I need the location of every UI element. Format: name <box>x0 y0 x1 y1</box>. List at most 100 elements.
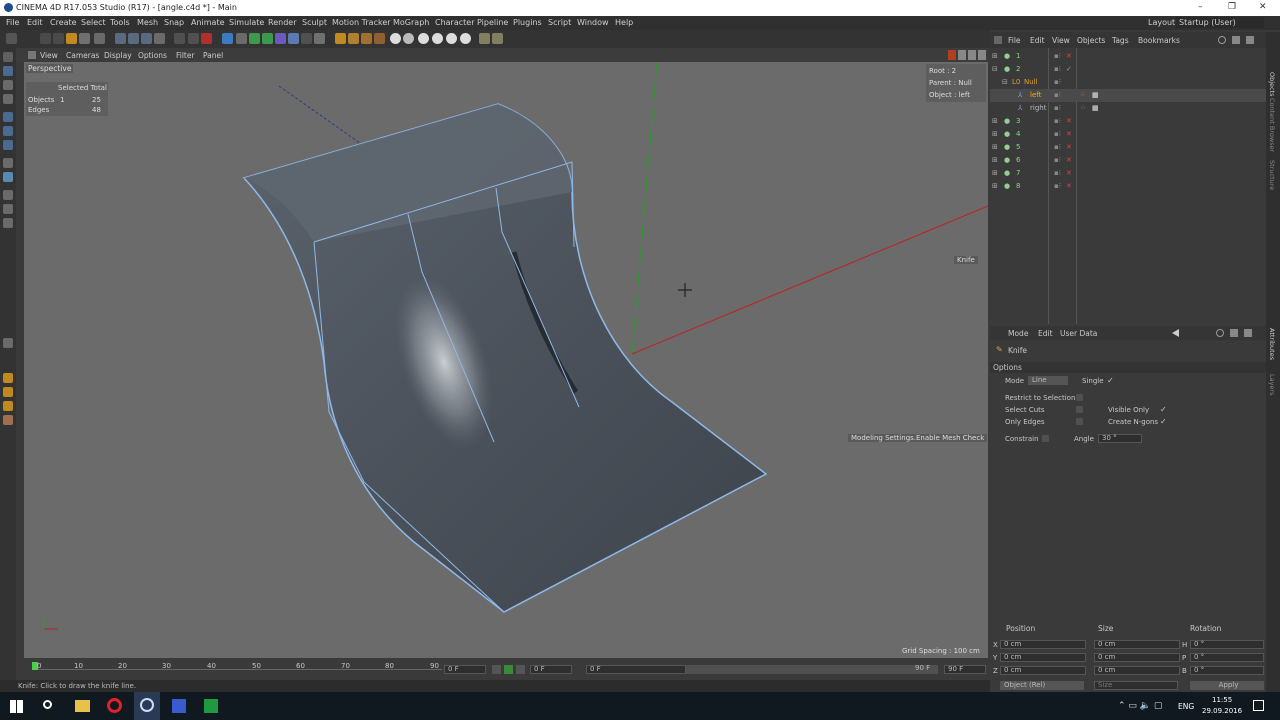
om-menu-bookmarks[interactable]: Bookmarks <box>1138 36 1180 45</box>
make-editable-icon[interactable] <box>3 52 13 62</box>
play-icon[interactable] <box>504 665 513 674</box>
object-row-1[interactable]: ⊞ ● 1 ▪⁝ ✕ <box>990 50 1266 63</box>
menu-snap[interactable]: Snap <box>164 18 184 27</box>
pos-z-field[interactable]: 0 cm <box>1000 666 1086 675</box>
object-name[interactable]: 4 <box>1016 130 1020 138</box>
single-checkbox[interactable]: ✓ <box>1107 376 1114 385</box>
viewport-scene[interactable] <box>24 62 988 658</box>
viewport-menu-options[interactable]: Options <box>138 51 167 60</box>
menu-script[interactable]: Script <box>548 18 571 27</box>
object-row-3[interactable]: ⊞ ● 3 ▪⁝ ✕ <box>990 115 1266 128</box>
points-mode-icon[interactable] <box>335 33 346 44</box>
workplane-lock-icon[interactable] <box>3 218 13 228</box>
model-mode-icon[interactable] <box>3 66 13 76</box>
opera-icon[interactable] <box>107 698 122 713</box>
deformer-icon[interactable] <box>275 33 286 44</box>
camtasia-icon[interactable] <box>204 699 218 713</box>
range-start-field[interactable]: 0 F <box>586 665 686 674</box>
om-home-icon[interactable] <box>1232 36 1240 44</box>
file-explorer-icon[interactable] <box>75 700 90 712</box>
menu-edit[interactable]: Edit <box>27 18 43 27</box>
pos-x-field[interactable]: 0 cm <box>1000 640 1086 649</box>
attr-menu-edit[interactable]: Edit <box>1038 329 1053 338</box>
object-row-left[interactable]: ⅄ left ▪⁝ ⁘ ▦ <box>990 89 1266 102</box>
python-icon[interactable] <box>492 33 503 44</box>
om-search-icon[interactable] <box>1218 36 1226 44</box>
move-tool-icon[interactable] <box>40 33 51 44</box>
menu-window[interactable]: Window <box>577 18 609 27</box>
object-name[interactable]: 3 <box>1016 117 1020 125</box>
object-row-6[interactable]: ⊞ ● 6 ▪⁝ ✕ <box>990 154 1266 167</box>
script-icon[interactable] <box>479 33 490 44</box>
system-tray-icons[interactable]: ⌃ ▭ 🔈 ▢ <box>1118 701 1162 711</box>
angle-field[interactable]: 30 ° <box>1098 434 1142 443</box>
expand-icon[interactable]: ⊞ <box>992 143 998 151</box>
attr-menu-user-data[interactable]: User Data <box>1060 329 1097 338</box>
enabled-toggle[interactable]: ✕ <box>1066 169 1072 177</box>
select-cuts-checkbox[interactable] <box>1076 406 1083 413</box>
coord-system-icon[interactable] <box>154 33 165 44</box>
perspective-viewport[interactable]: Perspective Selected Total Objects 1 25 … <box>24 62 988 658</box>
rotate-tool-icon[interactable] <box>66 33 77 44</box>
enabled-toggle[interactable]: ✕ <box>1066 182 1072 190</box>
workplane-mode-icon[interactable] <box>3 94 13 104</box>
object-name[interactable]: 2 <box>1016 65 1020 73</box>
uv-mode-icon[interactable] <box>374 33 385 44</box>
snapping-icon[interactable] <box>418 33 429 44</box>
object-row-4[interactable]: ⊞ ● 4 ▪⁝ ✕ <box>990 128 1266 141</box>
texture-mode-icon[interactable] <box>3 80 13 90</box>
attr-menu-mode[interactable]: Mode <box>1008 329 1028 338</box>
menu-pipeline[interactable]: Pipeline <box>477 18 508 27</box>
object-name[interactable]: 7 <box>1016 169 1020 177</box>
rot-h-field[interactable]: 0 ° <box>1190 640 1264 649</box>
menu-mograph[interactable]: MoGraph <box>393 18 429 27</box>
om-menu-objects[interactable]: Objects <box>1077 36 1105 45</box>
search-icon[interactable] <box>43 700 52 709</box>
visibility-toggle[interactable]: ▪⁝ <box>1054 169 1061 177</box>
save-app-icon[interactable] <box>172 699 186 713</box>
camera-icon[interactable] <box>301 33 312 44</box>
locking-icon[interactable] <box>460 33 471 44</box>
object-name[interactable]: 8 <box>1016 182 1020 190</box>
checker-tag-icon[interactable]: ▦ <box>1092 104 1099 112</box>
object-name[interactable]: 6 <box>1016 156 1020 164</box>
axis-icon[interactable] <box>3 158 13 168</box>
menu-file[interactable]: File <box>6 18 19 27</box>
visibility-toggle[interactable]: ▪⁝ <box>1054 52 1061 60</box>
workplane-icon[interactable] <box>432 33 443 44</box>
menu-create[interactable]: Create <box>50 18 77 27</box>
tab-objects[interactable]: Objects <box>1268 72 1276 97</box>
enabled-toggle[interactable]: ✕ <box>1066 52 1072 60</box>
visibility-toggle[interactable]: ▪⁝ <box>1054 182 1061 190</box>
menu-mesh[interactable]: Mesh <box>137 18 158 27</box>
expand-icon[interactable]: ⊟ <box>1002 78 1008 86</box>
tab-layers[interactable]: Layers <box>1268 374 1276 396</box>
recent-tool-icon[interactable] <box>94 33 105 44</box>
checker-tag-icon[interactable]: ▦ <box>1092 91 1099 99</box>
viewport-nav-icons[interactable] <box>948 50 986 60</box>
clock-time[interactable]: 11:55 <box>1212 696 1232 704</box>
visibility-toggle[interactable]: ▪⁝ <box>1054 104 1061 112</box>
back-arrow-icon[interactable] <box>1172 329 1179 337</box>
attr-lock-icon[interactable] <box>1230 329 1238 337</box>
visibility-toggle[interactable]: ▪⁝ <box>1054 156 1061 164</box>
visibility-toggle[interactable]: ▪⁝ <box>1054 65 1061 73</box>
next-frame-icon[interactable] <box>516 665 525 674</box>
expand-icon[interactable]: ⊞ <box>992 52 998 60</box>
expand-icon[interactable]: ⊟ <box>992 65 998 73</box>
guides-icon[interactable] <box>446 33 457 44</box>
z-axis-lock-icon[interactable] <box>141 33 152 44</box>
render-view-icon[interactable] <box>174 33 185 44</box>
tab-content-browser[interactable]: Content Browser <box>1268 98 1276 152</box>
undo-icon[interactable] <box>6 33 17 44</box>
polygons-icon[interactable] <box>3 140 13 150</box>
coord-mode-dropdown[interactable]: Object (Rel) <box>1000 681 1084 690</box>
size-z-field[interactable]: 0 cm <box>1094 666 1180 675</box>
visibility-toggle[interactable]: ▪⁝ <box>1054 143 1061 151</box>
windows-start-icon[interactable] <box>10 700 23 713</box>
layout-dropdown[interactable]: Startup (User) <box>1176 17 1264 28</box>
tab-structure[interactable]: Structure <box>1268 160 1276 190</box>
enabled-toggle[interactable]: ✕ <box>1066 130 1072 138</box>
points-icon[interactable] <box>3 112 13 122</box>
snap-icon[interactable] <box>3 190 13 200</box>
